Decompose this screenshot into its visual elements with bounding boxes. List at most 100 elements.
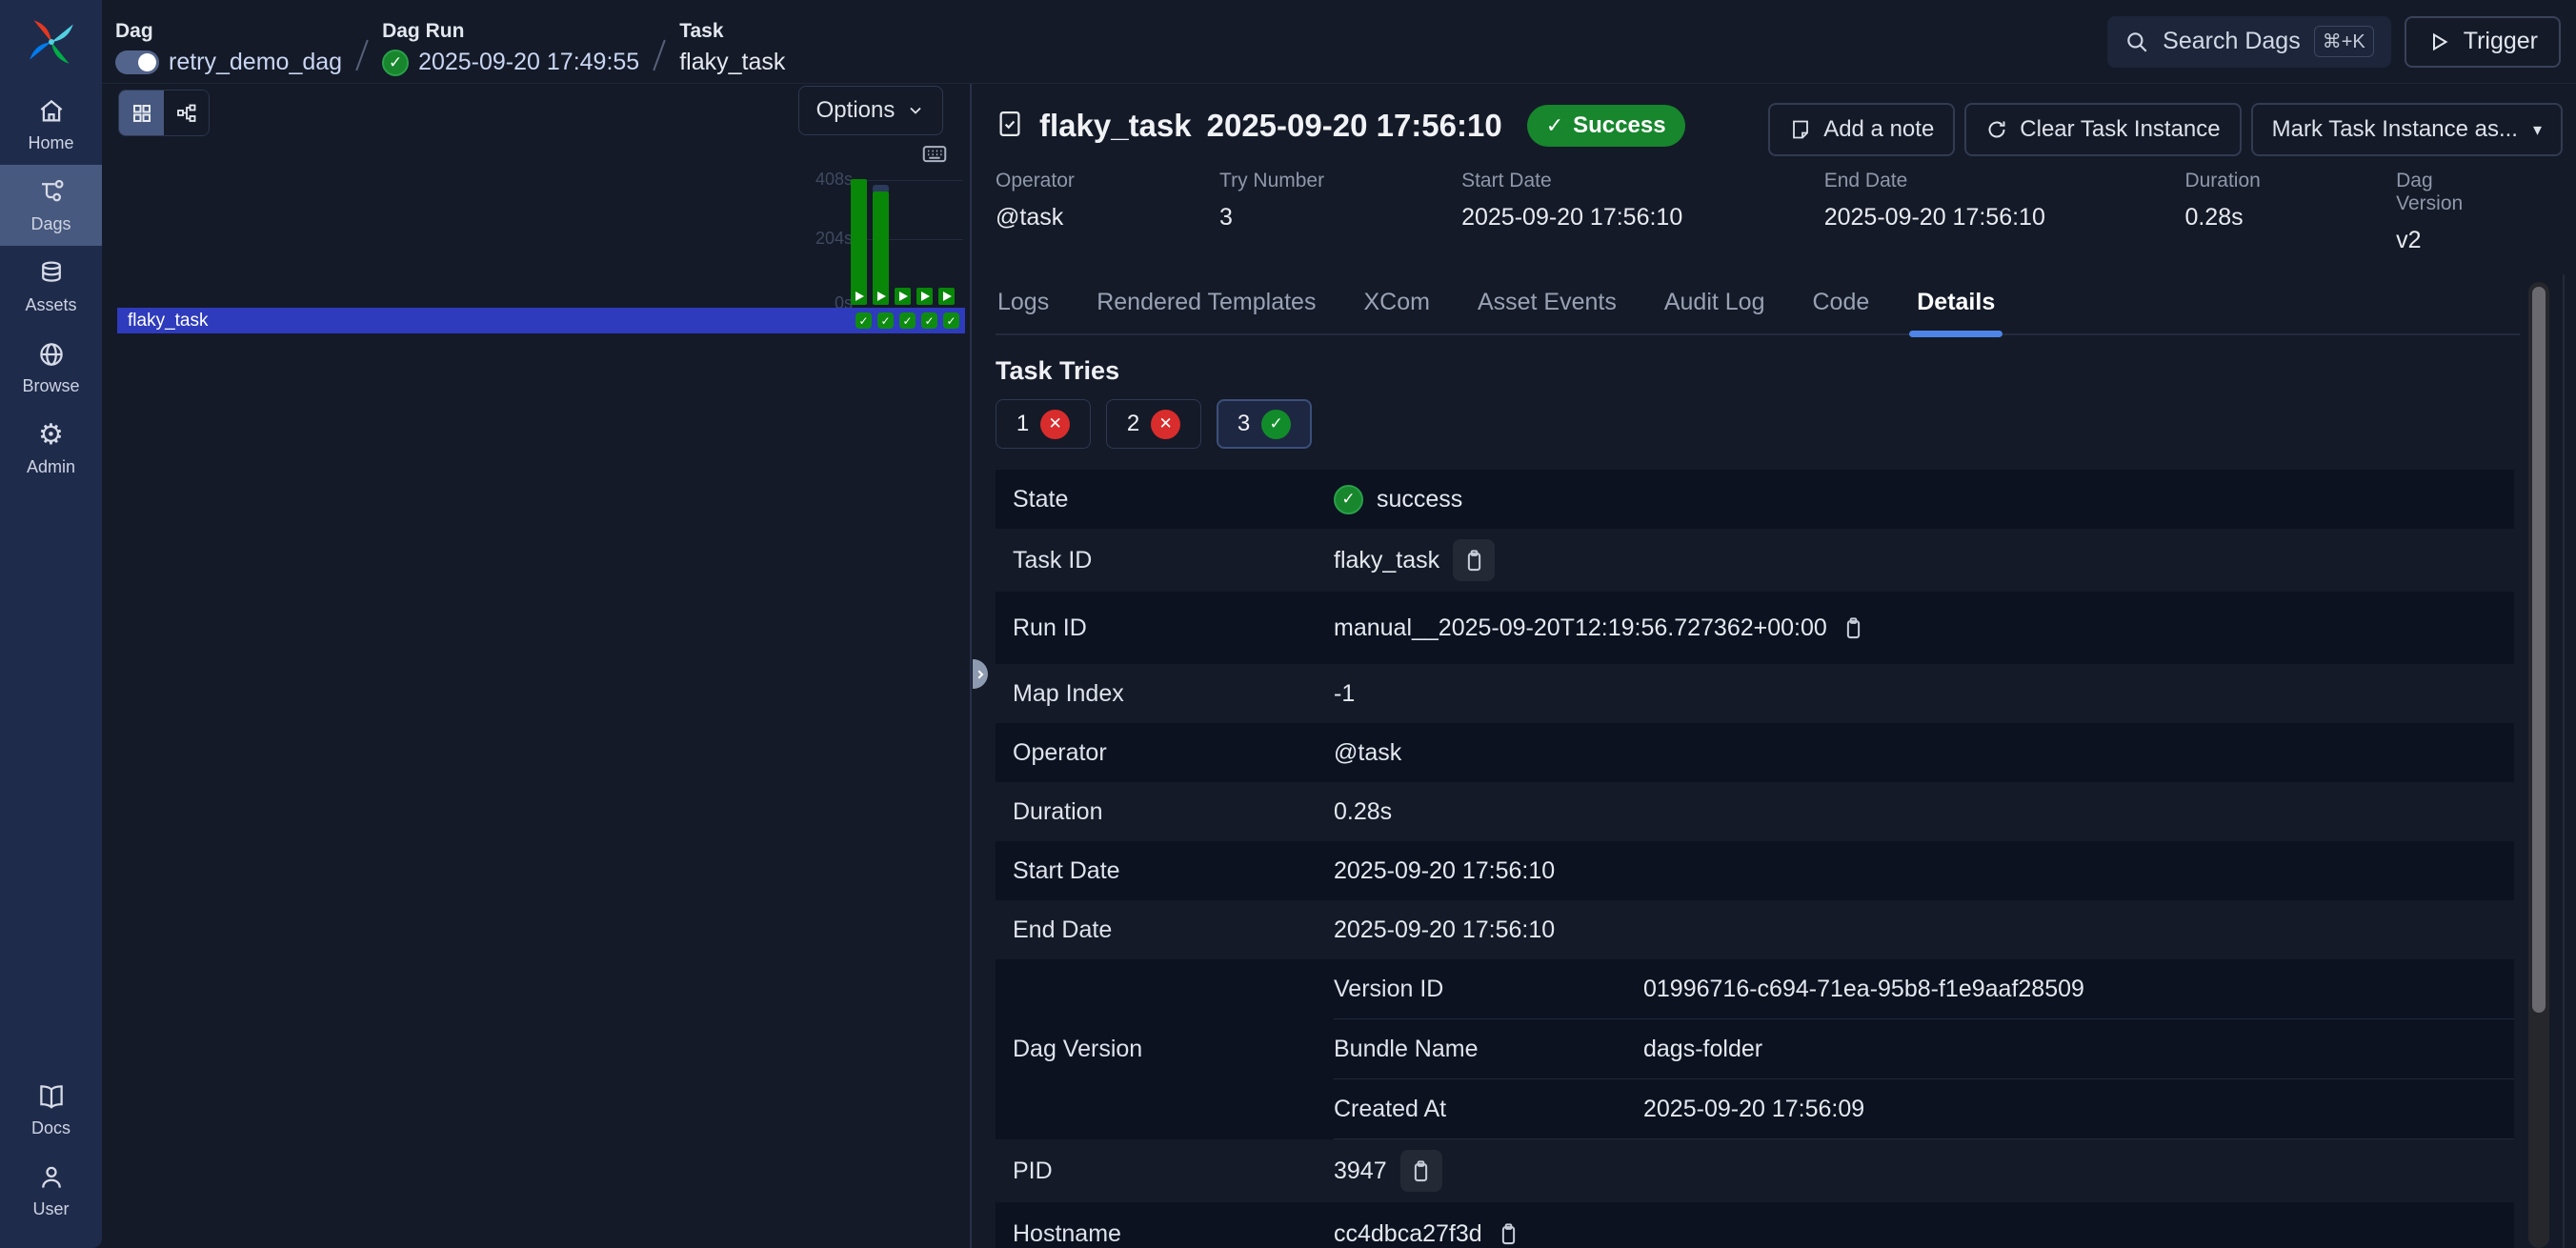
view-toggle-group — [118, 90, 210, 136]
duration-bar[interactable] — [938, 288, 955, 305]
grid-view-button[interactable] — [119, 91, 164, 135]
try-3-button[interactable]: 3 ✓ — [1217, 399, 1312, 449]
tab-rendered-templates[interactable]: Rendered Templates — [1095, 279, 1318, 333]
sidebar-item-user[interactable]: User — [0, 1150, 102, 1231]
dag-version-nested-table: Version ID 01996716-c694-71ea-95b8-f1e9a… — [1334, 959, 2514, 1139]
task-instance-checks: ✓ ✓ ✓ ✓ ✓ — [855, 312, 959, 329]
tab-logs[interactable]: Logs — [996, 279, 1051, 333]
sidebar-item-docs[interactable]: Docs — [0, 1069, 102, 1150]
task-instance-success-square[interactable]: ✓ — [877, 312, 894, 329]
task-instance-success-square[interactable]: ✓ — [855, 312, 872, 329]
duration-value: 0.28s — [1334, 798, 1392, 826]
sidebar-item-label: Assets — [25, 295, 76, 315]
dag-run-link[interactable]: 2025-09-20 17:49:55 — [418, 49, 639, 76]
copy-run-id-button[interactable] — [1841, 615, 1866, 641]
grid-panel: Options 408s 204s 0s flaky_task ✓✓✓✓✓ — [102, 84, 972, 1248]
sidebar-item-label: Dags — [30, 214, 70, 234]
tab-asset-events[interactable]: Asset Events — [1476, 279, 1619, 333]
failed-x-icon: ✕ — [1151, 410, 1180, 439]
detail-row-start-date: Start Date 2025-09-20 17:56:10 — [996, 841, 2514, 900]
tab-audit-log[interactable]: Audit Log — [1662, 279, 1767, 333]
duration-bar[interactable] — [851, 179, 867, 305]
mark-task-instance-as-dropdown[interactable]: Mark Task Instance as... ▾ — [2251, 103, 2563, 156]
tab-xcom[interactable]: XCom — [1361, 279, 1431, 333]
dags-icon — [37, 178, 66, 207]
task-tries-heading: Task Tries — [996, 356, 2576, 386]
play-icon — [921, 292, 930, 301]
end-date-value: 2025-09-20 17:56:10 — [1334, 916, 1555, 944]
run-bar-success — [938, 288, 955, 305]
sidebar-item-admin[interactable]: ⚙ Admin — [0, 408, 102, 489]
task-instance-panel: flaky_task 2025-09-20 17:56:10 ✓ Success… — [974, 84, 2576, 1248]
run-bar-success — [895, 288, 911, 305]
dag-name-link[interactable]: retry_demo_dag — [169, 49, 342, 76]
refresh-icon — [1985, 118, 2008, 141]
copy-hostname-button[interactable] — [1496, 1221, 1521, 1247]
queued-duration-cap — [873, 185, 889, 191]
sidebar-item-home[interactable]: Home — [0, 84, 102, 165]
task-instance-success-square[interactable]: ✓ — [921, 312, 937, 329]
user-icon — [37, 1163, 66, 1192]
breadcrumb-dag-run: Dag Run ✓ 2025-09-20 17:49:55 — [382, 7, 639, 76]
task-row-label: flaky_task — [128, 311, 208, 332]
copy-task-id-button[interactable] — [1453, 539, 1495, 581]
hostname-value: cc4dbca27f3d — [1334, 1220, 1482, 1248]
search-dags-button[interactable]: Search Dags ⌘+K — [2107, 16, 2391, 68]
detail-row-end-date: End Date 2025-09-20 17:56:10 — [996, 900, 2514, 959]
task-instance-success-square[interactable]: ✓ — [899, 312, 916, 329]
task-label: Task — [679, 20, 785, 43]
details-scrollbar-track[interactable] — [2528, 282, 2549, 1248]
map-index-value: -1 — [1334, 680, 1355, 708]
sidebar-item-browse[interactable]: Browse — [0, 327, 102, 408]
stat-dag-version: v2 — [2396, 227, 2500, 254]
options-dropdown[interactable]: Options — [798, 86, 943, 135]
sidebar-item-assets[interactable]: Assets — [0, 246, 102, 327]
version-id-value: 01996716-c694-71ea-95b8-f1e9aaf28509 — [1643, 976, 2084, 1003]
detail-row-operator: Operator @task — [996, 723, 2514, 782]
home-icon — [37, 97, 66, 126]
tab-details[interactable]: Details — [1915, 279, 1997, 333]
duration-bar[interactable] — [873, 185, 889, 305]
sidebar: Home Dags Assets Browse ⚙ Admin Doc — [0, 0, 102, 1248]
selected-task-row[interactable]: flaky_task ✓ ✓ ✓ ✓ ✓ — [117, 308, 965, 333]
sidebar-bottom: Docs User — [0, 1069, 102, 1231]
run-id-value: manual__2025-09-20T12:19:56.727362+00:00 — [1334, 614, 1827, 642]
clear-task-instance-button[interactable]: Clear Task Instance — [1964, 103, 2241, 156]
graph-icon — [175, 102, 198, 125]
stat-start-date: 2025-09-20 17:56:10 — [1461, 204, 1824, 231]
play-icon — [899, 292, 908, 301]
keyboard-shortcuts-button[interactable] — [920, 139, 949, 172]
note-icon — [1789, 118, 1812, 141]
airflow-logo[interactable] — [0, 0, 102, 84]
pid-value: 3947 — [1334, 1157, 1387, 1185]
assets-icon — [37, 259, 66, 288]
copy-icon — [1408, 1158, 1434, 1184]
options-label: Options — [816, 97, 896, 124]
add-note-button[interactable]: Add a note — [1768, 103, 1955, 156]
duration-bar[interactable] — [916, 288, 933, 305]
duration-bar[interactable] — [895, 288, 911, 305]
tab-code[interactable]: Code — [1810, 279, 1871, 333]
nested-row-version-id: Version ID 01996716-c694-71ea-95b8-f1e9a… — [1334, 959, 2514, 1019]
run-success-check-icon: ✓ — [382, 50, 409, 76]
search-dags-label: Search Dags — [2163, 28, 2301, 55]
copy-pid-button[interactable] — [1400, 1150, 1442, 1192]
task-doc-check-icon — [996, 107, 1024, 146]
bundle-name-value: dags-folder — [1643, 1036, 1762, 1063]
detail-row-state: State ✓ success — [996, 470, 2514, 529]
copy-icon — [1461, 548, 1487, 574]
task-instance-success-square[interactable]: ✓ — [943, 312, 959, 329]
run-duration-bars — [851, 179, 955, 305]
try-1-button[interactable]: 1 ✕ — [996, 399, 1091, 449]
trigger-button[interactable]: Trigger — [2405, 16, 2561, 68]
graph-view-button[interactable] — [164, 91, 209, 135]
try-2-button[interactable]: 2 ✕ — [1106, 399, 1201, 449]
task-instance-details-table: State ✓ success Task ID flaky_task — [996, 470, 2514, 1248]
chevron-right-icon — [974, 668, 987, 681]
sidebar-item-dags[interactable]: Dags — [0, 165, 102, 246]
admin-gear-icon: ⚙ — [38, 421, 64, 450]
dag-pause-toggle[interactable] — [115, 50, 159, 74]
docs-icon — [37, 1082, 66, 1111]
details-scrollbar-thumb[interactable] — [2532, 287, 2546, 1013]
airflow-pinwheel-icon — [26, 16, 77, 68]
